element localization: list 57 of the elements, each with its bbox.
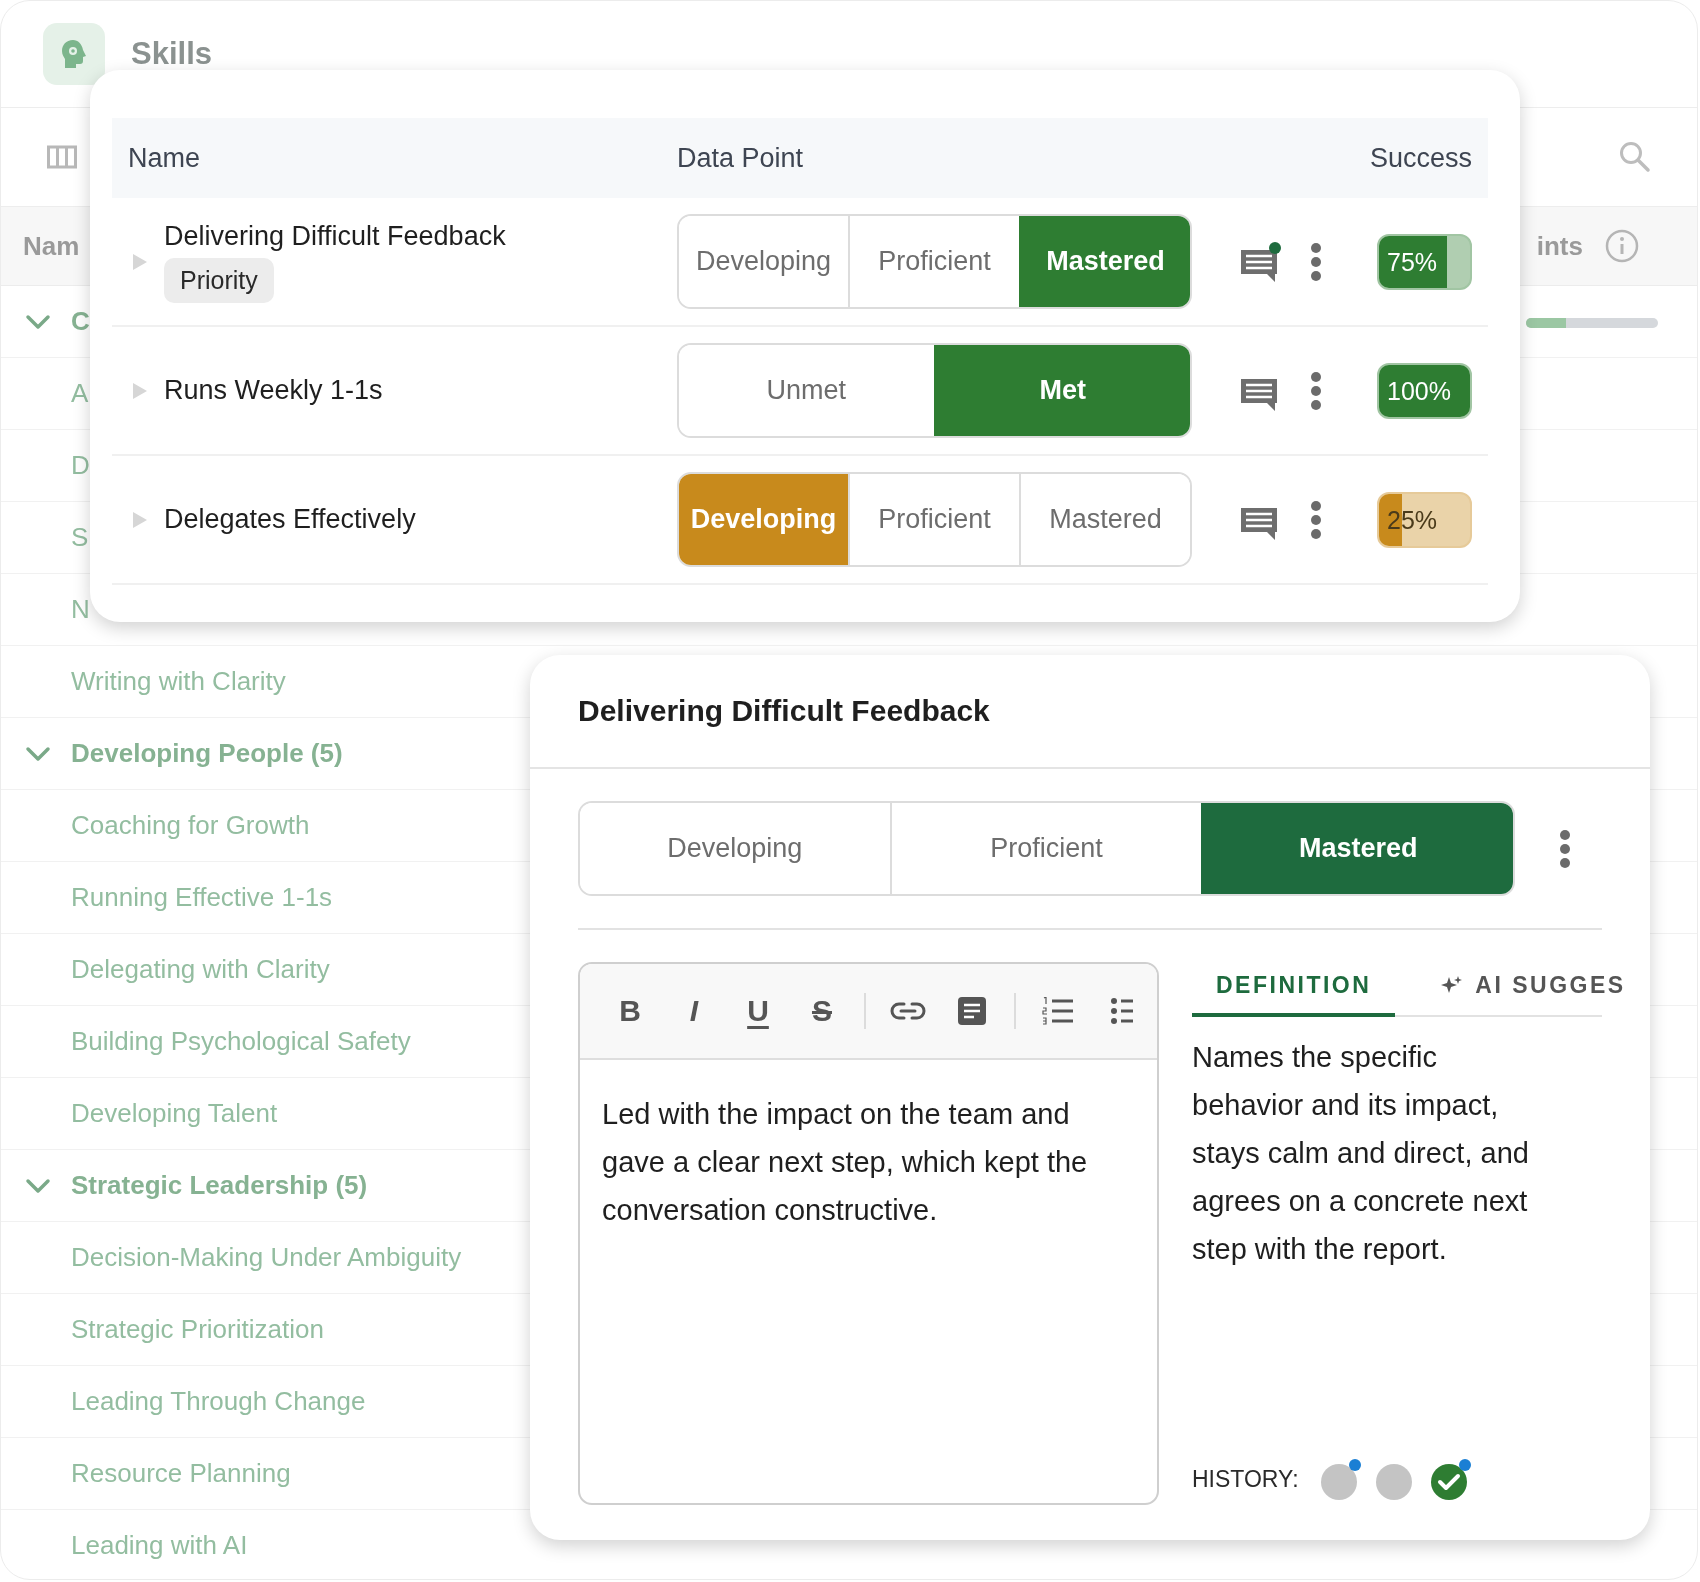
column-header: Data Point — [677, 142, 805, 174]
bullet-list-icon[interactable] — [1111, 997, 1133, 1025]
option-button[interactable]: Mastered — [1019, 216, 1190, 307]
card-title: Delivering Difficult Feedback — [578, 694, 990, 728]
skill-name[interactable]: Strategic Prioritization — [71, 1314, 324, 1345]
group-name[interactable]: Developing People (5) — [71, 738, 343, 769]
skill-name: Delegates Effectively — [164, 504, 416, 535]
skill-name[interactable]: Developing Talent — [71, 1098, 278, 1129]
history-dot[interactable] — [1318, 1458, 1362, 1501]
format-button[interactable]: U — [736, 994, 780, 1028]
column-header[interactable]: Nam — [23, 230, 80, 262]
column-header: Success — [1369, 142, 1473, 174]
skill-name[interactable]: Running Effective 1-1s — [71, 882, 333, 913]
format-button[interactable]: I — [672, 994, 716, 1028]
link-icon[interactable] — [890, 1000, 926, 1022]
more-icon[interactable] — [1559, 828, 1571, 869]
format-button[interactable]: S — [800, 994, 844, 1028]
skill-name[interactable]: Resource Planning — [71, 1458, 291, 1489]
definition-text: Names the specific behavior and its impact, stays calm and direct, and agrees on a concrete next step with the report. — [1192, 1040, 1530, 1267]
success-percent: 75% — [1387, 247, 1438, 276]
group-name[interactable]: Strategic Leadership (5) — [71, 1170, 368, 1201]
column-header: Name — [127, 142, 202, 174]
skill-name[interactable]: N — [71, 594, 90, 625]
tab[interactable]: DEFINITION — [1192, 962, 1396, 1017]
more-icon[interactable] — [1310, 499, 1322, 540]
option-button[interactable]: Met — [933, 345, 1190, 436]
skill-name[interactable]: A — [71, 378, 89, 409]
skill-name: Runs Weekly 1-1s — [164, 375, 383, 406]
skill-name[interactable]: Building Psychological Safety — [71, 1026, 411, 1057]
skill-name[interactable]: Leading Through Change — [71, 1386, 366, 1417]
priority-tag: Priority — [164, 257, 274, 303]
option-button[interactable]: Mastered — [1019, 474, 1190, 565]
skill-name[interactable]: Writing with Clarity — [71, 666, 286, 697]
more-icon[interactable] — [1310, 370, 1322, 411]
comment-icon[interactable] — [1240, 241, 1282, 282]
skill-name[interactable]: Leading with AI — [71, 1530, 248, 1561]
numbered-list-icon[interactable] — [1042, 997, 1074, 1025]
skill-name: Delivering Difficult Feedback — [164, 220, 506, 252]
option-button[interactable]: Developing — [679, 474, 848, 565]
check-icon[interactable] — [1428, 1458, 1472, 1501]
format-button[interactable]: B — [608, 994, 652, 1028]
skill-name[interactable]: Decision-Making Under Ambiguity — [71, 1242, 462, 1273]
skill-name[interactable]: Coaching for Growth — [71, 810, 310, 841]
page-title: Skills — [131, 36, 212, 72]
more-icon[interactable] — [1310, 241, 1322, 282]
group-name[interactable]: C — [71, 306, 90, 337]
option-button[interactable]: Mastered — [1201, 803, 1513, 894]
document-icon[interactable] — [957, 996, 987, 1026]
skill-name[interactable]: D — [71, 450, 90, 481]
notes-field[interactable]: Led with the impact on the team and gave a clear next step, which kept the conversation constructive. — [580, 1060, 1157, 1503]
success-percent: 100% — [1387, 376, 1451, 405]
skill-name[interactable]: S — [71, 522, 89, 553]
column-header[interactable]: ints — [1536, 230, 1583, 262]
skill-name[interactable]: Delegating with Clarity — [71, 954, 330, 985]
history-label: HISTORY: — [1192, 1466, 1299, 1493]
head-gear-icon — [61, 39, 87, 69]
tab[interactable]: AI SUGGES — [1417, 962, 1626, 1017]
